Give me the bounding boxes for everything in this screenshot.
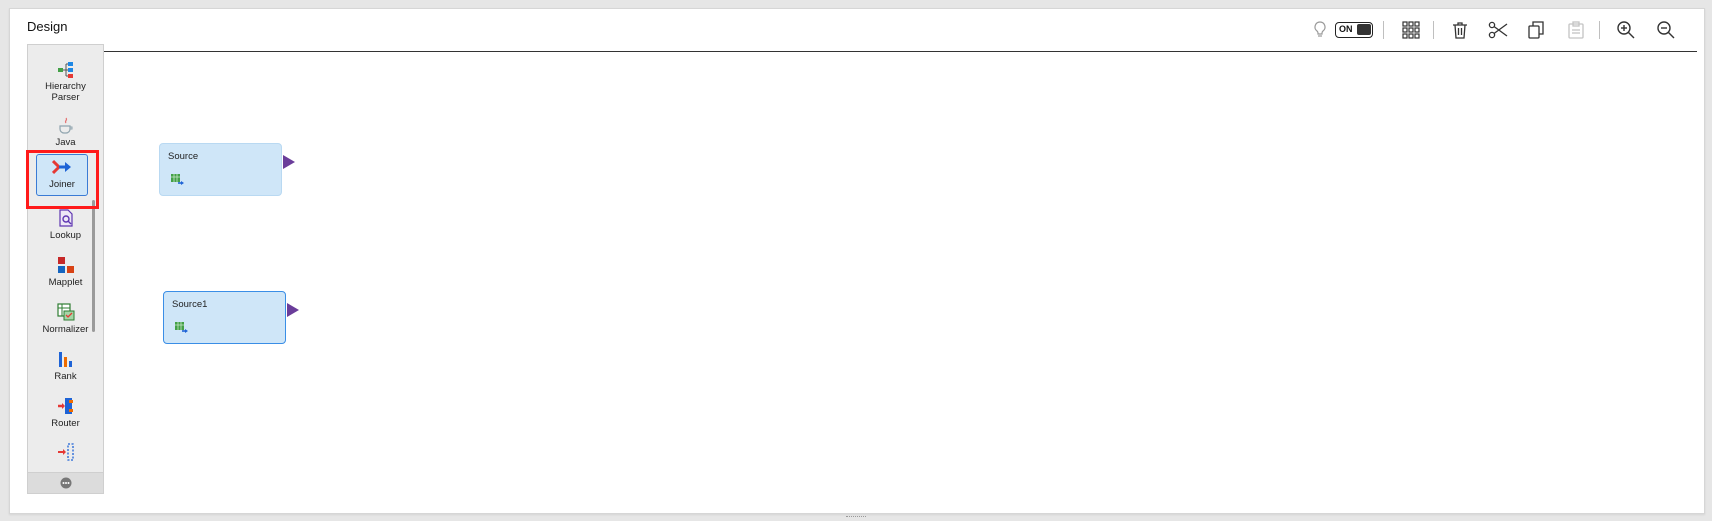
sequence-icon (56, 443, 76, 461)
source-table-icon (171, 173, 185, 191)
palette-item-hierarchy-parser[interactable]: Hierarchy Parser (28, 59, 103, 103)
palette-item-java[interactable]: Java (28, 115, 103, 145)
node-label: Source1 (172, 299, 208, 310)
toolbar-divider (1383, 21, 1384, 39)
zoom-out-icon[interactable] (1653, 17, 1679, 43)
palette-item-label: Lookup (49, 230, 82, 241)
cut-icon[interactable] (1485, 17, 1511, 43)
java-icon (56, 117, 76, 135)
design-header: Design ON (27, 9, 1697, 52)
copy-icon[interactable] (1523, 17, 1549, 43)
hierarchy-parser-icon (56, 61, 76, 79)
grid-icon[interactable] (1398, 17, 1424, 43)
joiner-icon (52, 157, 72, 177)
normalizer-icon (56, 302, 76, 322)
source-table-icon (175, 321, 189, 339)
palette-item-label: Rank (54, 371, 77, 382)
delete-icon[interactable] (1447, 17, 1473, 43)
toolbar-divider (1599, 21, 1600, 39)
canvas-node-source[interactable]: Source (159, 143, 282, 196)
design-panel: Design ON Hierarchy Parser Java Joiner L… (9, 8, 1705, 514)
output-port[interactable] (287, 303, 299, 317)
rank-icon (56, 349, 76, 369)
palette-item-rank[interactable]: Rank (28, 347, 103, 391)
palette-scrollbar[interactable] (92, 200, 95, 332)
output-port[interactable] (283, 155, 295, 169)
resize-grip[interactable] (846, 516, 866, 520)
palette-item-label: Hierarchy Parser (45, 81, 86, 103)
palette-item-joiner[interactable]: Joiner (36, 154, 88, 196)
router-icon (56, 396, 76, 416)
mapplet-icon (56, 255, 76, 275)
zoom-in-icon[interactable] (1613, 17, 1639, 43)
palette-item-router[interactable]: Router (28, 394, 103, 438)
palette-item-sequence[interactable] (28, 441, 103, 461)
transformation-palette: Hierarchy Parser Java Joiner Lookup Mapp… (27, 44, 104, 494)
palette-item-label: Joiner (49, 179, 75, 190)
palette-item-label: Router (51, 418, 80, 429)
lookup-icon (56, 208, 76, 228)
toolbar-divider (1433, 21, 1434, 39)
lightbulb-icon[interactable] (1307, 17, 1333, 43)
more-icon[interactable] (28, 472, 103, 493)
paste-icon[interactable] (1563, 17, 1589, 43)
canvas-node-source1[interactable]: Source1 (163, 291, 286, 344)
node-label: Source (168, 151, 199, 162)
toggle-label: ON (1339, 24, 1353, 34)
auto-layout-toggle[interactable]: ON (1335, 22, 1373, 38)
page-title: Design (27, 19, 68, 34)
palette-item-label: Mapplet (48, 277, 83, 288)
palette-item-label: Java (55, 137, 76, 145)
toggle-knob (1357, 24, 1371, 35)
toolbar: ON (1307, 17, 1697, 43)
palette-item-label: Normalizer (42, 324, 89, 335)
